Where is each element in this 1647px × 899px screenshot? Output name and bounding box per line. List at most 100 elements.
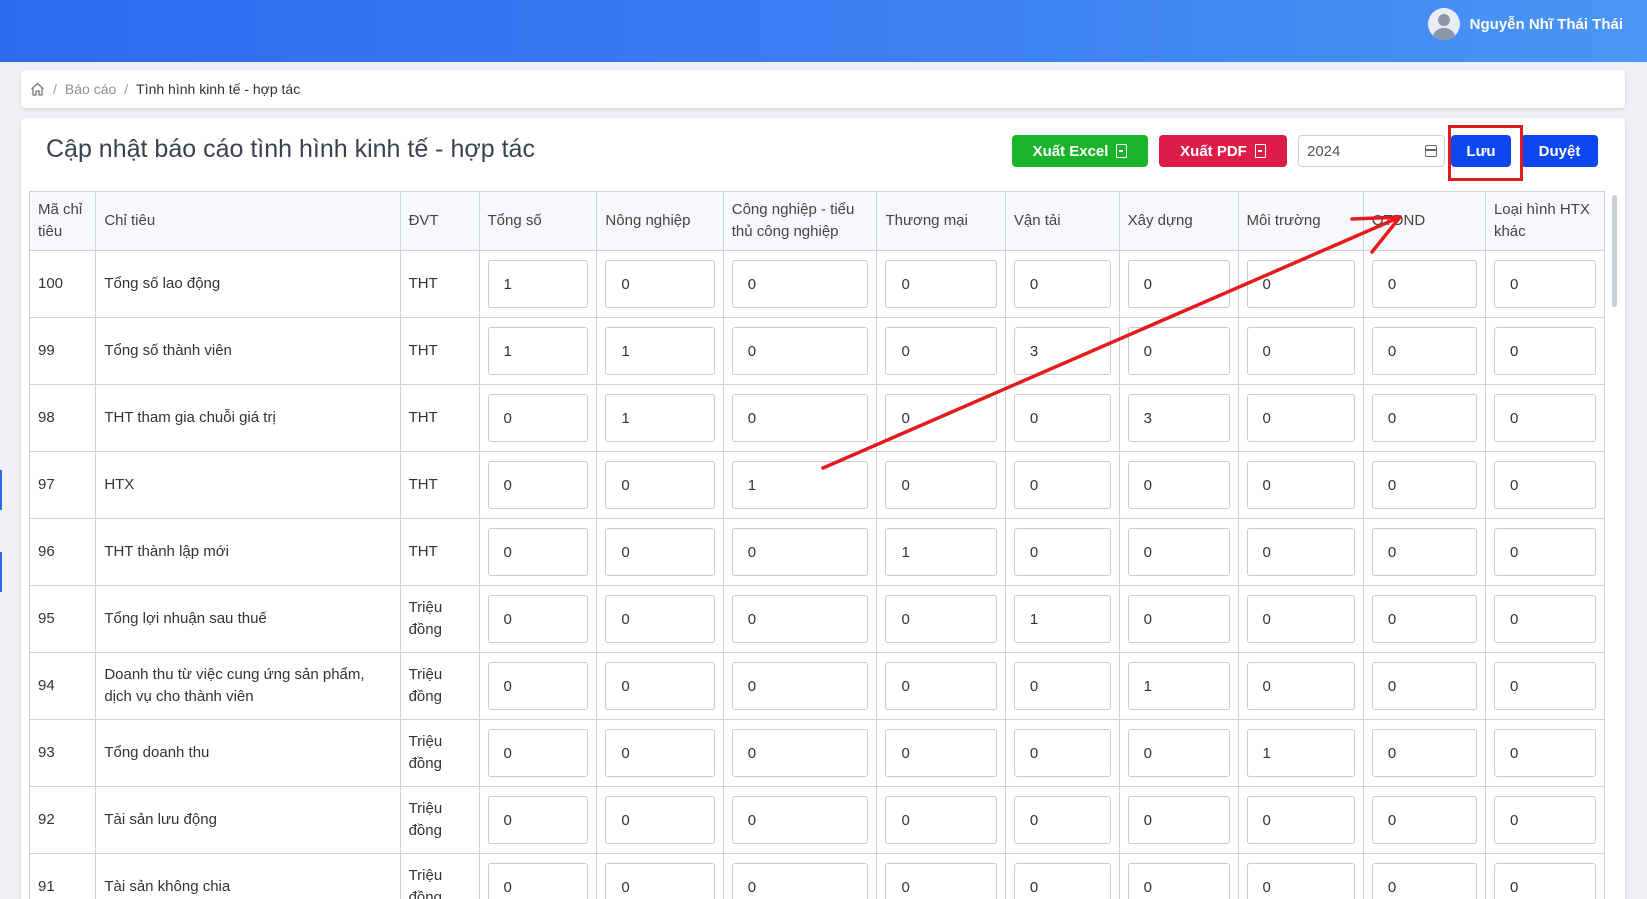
value-input[interactable] bbox=[885, 863, 997, 899]
value-input[interactable] bbox=[605, 662, 715, 710]
value-input[interactable] bbox=[1371, 863, 1477, 899]
value-input[interactable] bbox=[1371, 662, 1477, 710]
value-input[interactable] bbox=[1371, 260, 1477, 308]
value-input[interactable] bbox=[1493, 528, 1596, 576]
export-pdf-button[interactable]: Xuất PDF bbox=[1159, 135, 1287, 167]
value-input[interactable] bbox=[605, 327, 715, 375]
value-input[interactable] bbox=[1493, 729, 1596, 777]
value-input[interactable] bbox=[1493, 461, 1596, 509]
value-input[interactable] bbox=[1371, 394, 1477, 442]
value-input[interactable] bbox=[1493, 327, 1596, 375]
value-input[interactable] bbox=[885, 796, 997, 844]
value-input[interactable] bbox=[885, 461, 997, 509]
value-input[interactable] bbox=[1127, 729, 1230, 777]
approve-button[interactable]: Duyệt bbox=[1521, 135, 1598, 167]
value-input[interactable] bbox=[605, 461, 715, 509]
value-input[interactable] bbox=[1127, 327, 1230, 375]
value-input[interactable] bbox=[731, 528, 869, 576]
value-input[interactable] bbox=[605, 528, 715, 576]
value-input[interactable] bbox=[605, 729, 715, 777]
report-table-container[interactable]: Mã chỉ tiêu Chỉ tiêu ĐVT Tổng số Nông ng… bbox=[29, 191, 1606, 899]
value-input[interactable] bbox=[1013, 863, 1111, 899]
user-menu[interactable]: Nguyễn Nhĩ Thái Thái bbox=[1427, 8, 1623, 40]
value-input[interactable] bbox=[1013, 461, 1111, 509]
value-input[interactable] bbox=[1013, 260, 1111, 308]
value-input[interactable] bbox=[487, 327, 589, 375]
value-input[interactable] bbox=[731, 662, 869, 710]
value-input[interactable] bbox=[605, 863, 715, 899]
value-input[interactable] bbox=[1493, 662, 1596, 710]
value-input[interactable] bbox=[1246, 662, 1355, 710]
year-picker-input[interactable] bbox=[1298, 135, 1445, 167]
value-input[interactable] bbox=[605, 394, 715, 442]
value-input[interactable] bbox=[487, 528, 589, 576]
value-input[interactable] bbox=[731, 595, 869, 643]
value-input[interactable] bbox=[1246, 796, 1355, 844]
value-input[interactable] bbox=[1493, 863, 1596, 899]
value-input[interactable] bbox=[487, 729, 589, 777]
value-input[interactable] bbox=[1013, 662, 1111, 710]
value-input[interactable] bbox=[605, 595, 715, 643]
value-input[interactable] bbox=[487, 662, 589, 710]
value-input[interactable] bbox=[487, 461, 589, 509]
value-input[interactable] bbox=[731, 461, 869, 509]
value-input[interactable] bbox=[885, 394, 997, 442]
value-input[interactable] bbox=[1127, 662, 1230, 710]
value-input[interactable] bbox=[1127, 595, 1230, 643]
value-input[interactable] bbox=[885, 595, 997, 643]
value-input[interactable] bbox=[1013, 595, 1111, 643]
value-input[interactable] bbox=[1246, 863, 1355, 899]
value-input[interactable] bbox=[1127, 528, 1230, 576]
value-input[interactable] bbox=[1013, 394, 1111, 442]
value-input[interactable] bbox=[1127, 461, 1230, 509]
value-input[interactable] bbox=[885, 528, 997, 576]
value-input[interactable] bbox=[487, 796, 589, 844]
save-button[interactable]: Lưu bbox=[1451, 135, 1511, 167]
value-input[interactable] bbox=[1013, 327, 1111, 375]
value-input[interactable] bbox=[731, 394, 869, 442]
value-input[interactable] bbox=[1493, 394, 1596, 442]
value-input[interactable] bbox=[1371, 729, 1477, 777]
value-input[interactable] bbox=[605, 260, 715, 308]
value-input[interactable] bbox=[1013, 729, 1111, 777]
value-input[interactable] bbox=[1371, 528, 1477, 576]
value-input[interactable] bbox=[1013, 528, 1111, 576]
export-excel-button[interactable]: Xuất Excel bbox=[1012, 135, 1148, 167]
value-input[interactable] bbox=[605, 796, 715, 844]
value-input[interactable] bbox=[1246, 394, 1355, 442]
value-input[interactable] bbox=[885, 729, 997, 777]
value-input[interactable] bbox=[487, 595, 589, 643]
value-input[interactable] bbox=[1371, 595, 1477, 643]
value-input[interactable] bbox=[1246, 528, 1355, 576]
value-input[interactable] bbox=[1246, 595, 1355, 643]
value-input[interactable] bbox=[1246, 260, 1355, 308]
value-input[interactable] bbox=[731, 327, 869, 375]
value-input[interactable] bbox=[1127, 394, 1230, 442]
value-input[interactable] bbox=[487, 394, 589, 442]
value-input[interactable] bbox=[1371, 796, 1477, 844]
value-input[interactable] bbox=[1127, 863, 1230, 899]
value-input[interactable] bbox=[1127, 796, 1230, 844]
value-input[interactable] bbox=[1371, 327, 1477, 375]
value-input[interactable] bbox=[885, 662, 997, 710]
breadcrumb-item-reports[interactable]: Báo cáo bbox=[65, 81, 116, 97]
calendar-icon[interactable] bbox=[1425, 145, 1437, 157]
value-input[interactable] bbox=[731, 863, 869, 899]
value-input[interactable] bbox=[1246, 461, 1355, 509]
value-input[interactable] bbox=[885, 260, 997, 308]
home-icon[interactable] bbox=[30, 82, 45, 96]
value-input[interactable] bbox=[487, 260, 589, 308]
value-input[interactable] bbox=[1246, 729, 1355, 777]
table-scrollbar[interactable] bbox=[1612, 195, 1617, 307]
value-input[interactable] bbox=[1246, 327, 1355, 375]
value-input[interactable] bbox=[731, 796, 869, 844]
value-input[interactable] bbox=[1127, 260, 1230, 308]
value-input[interactable] bbox=[1493, 595, 1596, 643]
value-input[interactable] bbox=[1371, 461, 1477, 509]
value-input[interactable] bbox=[731, 729, 869, 777]
value-input[interactable] bbox=[731, 260, 869, 308]
value-input[interactable] bbox=[1493, 260, 1596, 308]
value-input[interactable] bbox=[1013, 796, 1111, 844]
value-input[interactable] bbox=[487, 863, 589, 899]
value-input[interactable] bbox=[885, 327, 997, 375]
